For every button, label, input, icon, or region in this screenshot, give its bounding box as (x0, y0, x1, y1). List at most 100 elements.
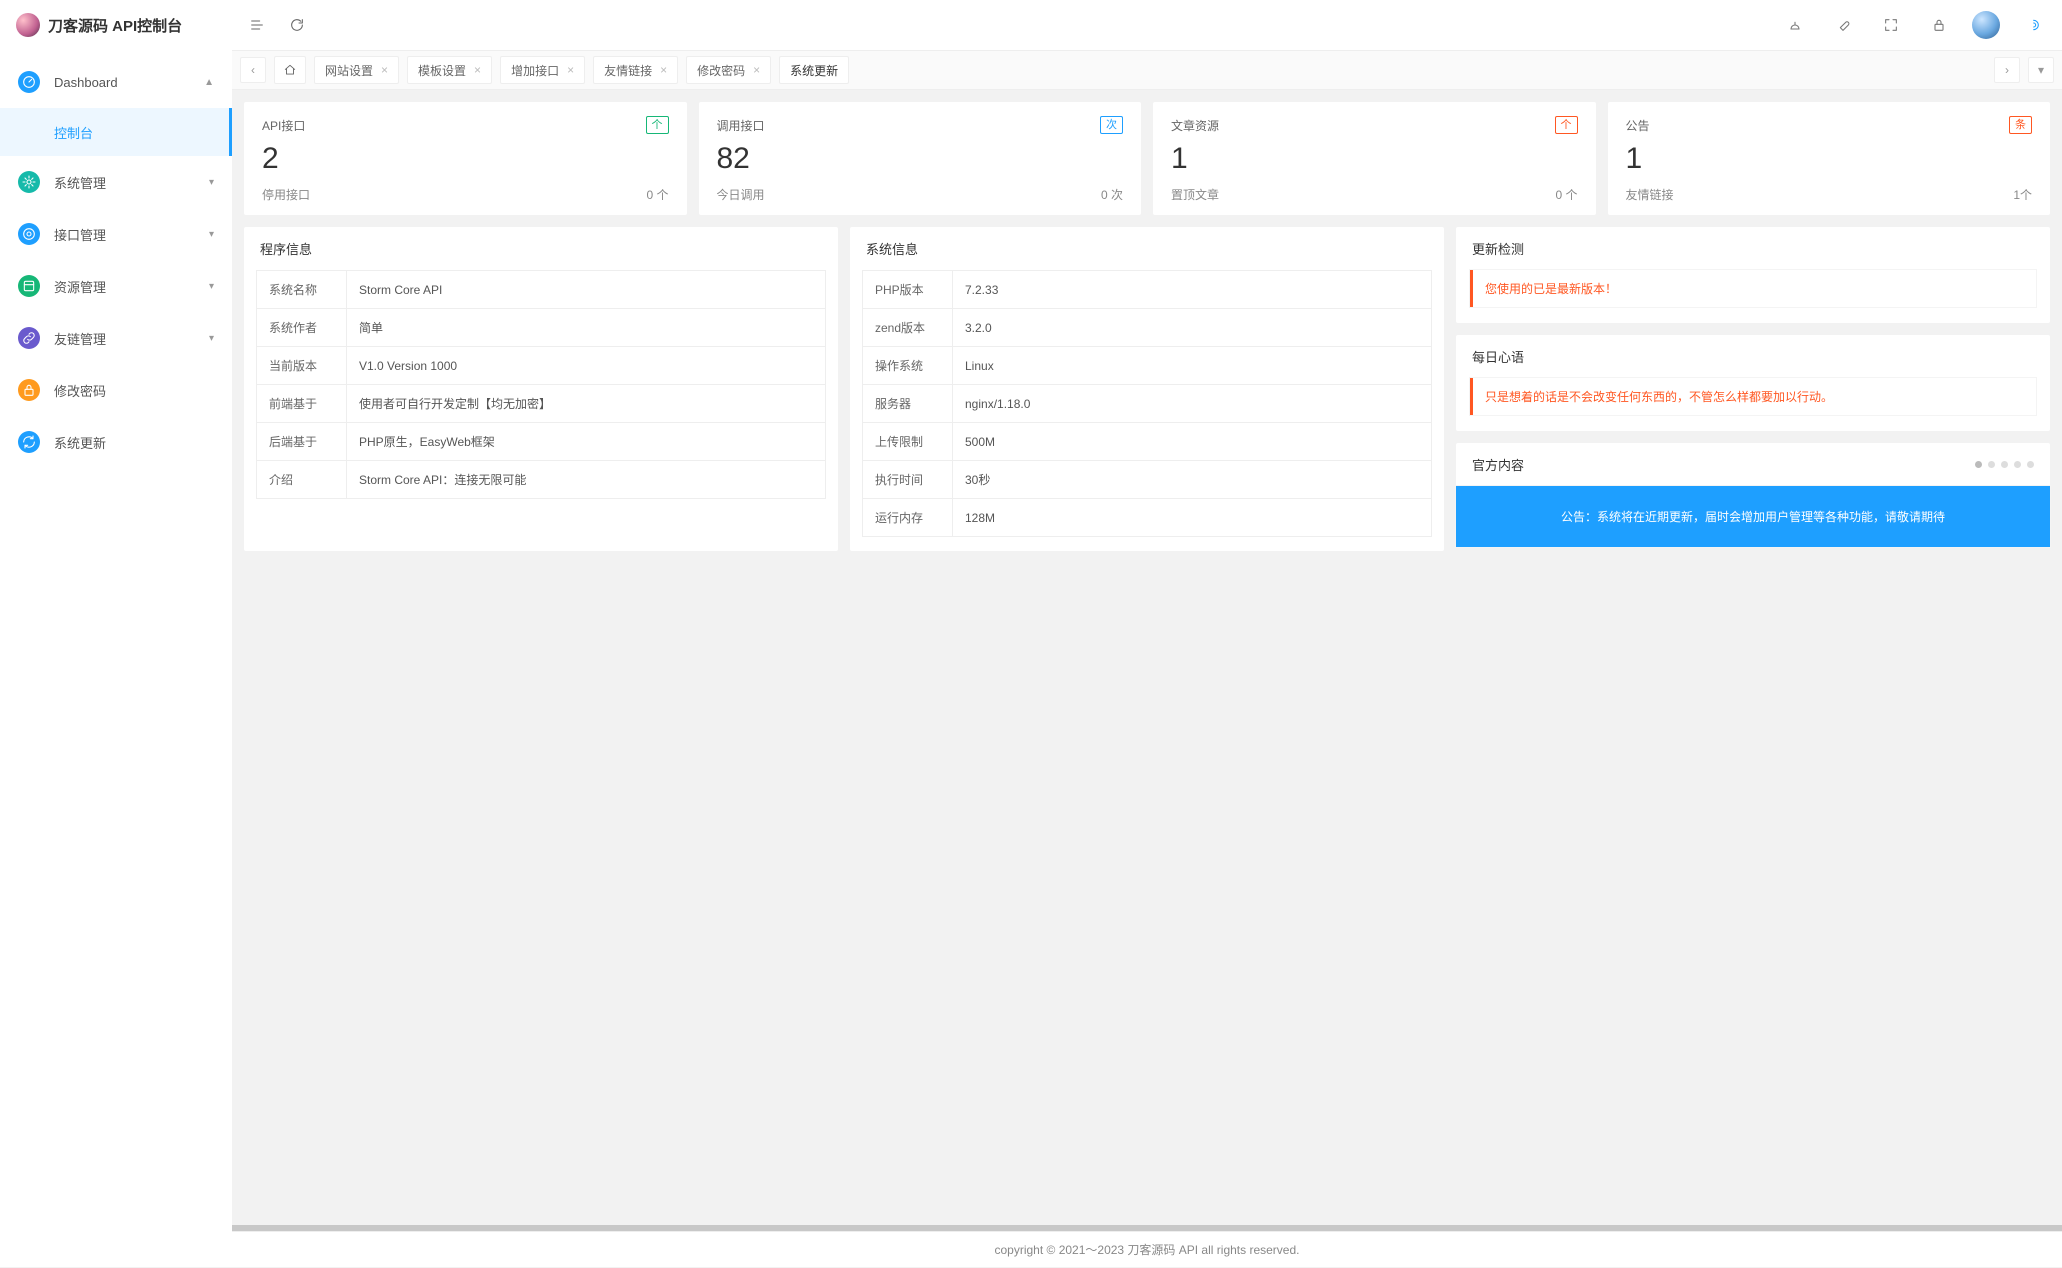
sidebar-item-resource[interactable]: 资源管理 ▾ (0, 260, 232, 312)
tab-label: 增加接口 (511, 62, 559, 79)
fullscreen-button[interactable] (1876, 10, 1906, 40)
more-button[interactable] (2018, 10, 2048, 40)
table-row: 系统作者简单 (257, 309, 826, 347)
tab-label: 系统更新 (790, 62, 838, 79)
dot-icon[interactable] (2027, 461, 2034, 468)
dot-icon[interactable] (2001, 461, 2008, 468)
avatar[interactable] (1972, 11, 2000, 39)
resource-icon (18, 275, 40, 297)
stat-title: 公告 (1626, 117, 1650, 134)
card-update-check: 更新检测 您使用的已是最新版本！ (1456, 227, 2050, 323)
stat-subvalue: 1个 (2013, 186, 2032, 203)
sidebar-item-update[interactable]: 系统更新 (0, 416, 232, 468)
card-title: 每日心语 (1456, 335, 2050, 378)
info-row: 程序信息 系统名称Storm Core API 系统作者简单 当前版本V1.0 … (244, 227, 2050, 551)
table-row: 当前版本V1.0 Version 1000 (257, 347, 826, 385)
tabs-bar: ‹ 网站设置 × 模板设置 × 增加接口 × 友情链接 × 修改密码 (232, 50, 2062, 90)
close-icon[interactable]: × (474, 63, 481, 77)
tab-template-setting[interactable]: 模板设置 × (407, 56, 492, 84)
stat-sublabel: 停用接口 (262, 186, 310, 203)
close-icon[interactable]: × (381, 63, 388, 77)
sidebar-item-password[interactable]: 修改密码 (0, 364, 232, 416)
tabs-menu-button[interactable]: ▾ (2028, 57, 2054, 83)
home-icon (283, 63, 297, 77)
tab-password[interactable]: 修改密码 × (686, 56, 771, 84)
header (232, 0, 2062, 50)
card-title: 系统信息 (850, 227, 1444, 270)
collapse-sidebar-button[interactable] (246, 14, 268, 36)
card-title: 程序信息 (244, 227, 838, 270)
sidebar-item-api[interactable]: 接口管理 ▾ (0, 208, 232, 260)
chevron-down-icon: ▾ (209, 177, 214, 188)
theme-button[interactable] (1780, 10, 1810, 40)
content: API接口 个 2 停用接口 0 个 调用接口 次 82 (232, 90, 2062, 1225)
system-info-table: PHP版本7.2.33 zend版本3.2.0 操作系统Linux 服务器ngi… (862, 270, 1432, 537)
table-row: 前端基于使用者可自行开发定制【均无加密】 (257, 385, 826, 423)
table-row: 服务器nginx/1.18.0 (863, 385, 1432, 423)
tab-site-setting[interactable]: 网站设置 × (314, 56, 399, 84)
card-system-info: 系统信息 PHP版本7.2.33 zend版本3.2.0 操作系统Linux 服… (850, 227, 1444, 551)
stat-title: API接口 (262, 117, 305, 134)
stat-sublabel: 友情链接 (1626, 186, 1674, 203)
stat-subvalue: 0 个 (1555, 186, 1577, 203)
tab-home[interactable] (274, 56, 306, 84)
dot-icon[interactable] (2014, 461, 2021, 468)
lockscreen-button[interactable] (1924, 10, 1954, 40)
tabs-prev-button[interactable]: ‹ (240, 57, 266, 83)
sidebar-item-label: 友链管理 (54, 329, 209, 348)
sidebar-item-dashboard[interactable]: Dashboard ▲ (0, 56, 232, 108)
sidebar-item-label: 系统更新 (54, 433, 214, 452)
stat-card-call: 调用接口 次 82 今日调用 0 次 (699, 102, 1142, 215)
stat-badge: 个 (1555, 116, 1578, 134)
sidebar: 刀客源码 API控制台 Dashboard ▲ 控制台 系统管理 ▾ (0, 0, 232, 1267)
stat-value: 1 (1171, 142, 1578, 176)
notes-button[interactable] (1828, 10, 1858, 40)
tab-system-update[interactable]: 系统更新 (779, 56, 849, 84)
sidebar-item-label: 接口管理 (54, 225, 209, 244)
stat-title: 文章资源 (1171, 117, 1219, 134)
dot-icon[interactable] (1975, 461, 1982, 468)
card-title: 更新检测 (1456, 227, 2050, 270)
sidebar-subitem-console[interactable]: 控制台 (0, 108, 232, 156)
stat-sublabel: 今日调用 (717, 186, 765, 203)
refresh-button[interactable] (286, 14, 308, 36)
daily-quote-text: 只是想着的话是不会改变任何东西的，不管怎么样都要加以行动。 (1470, 378, 2036, 415)
app-title: 刀客源码 API控制台 (48, 15, 182, 36)
table-row: 运行内存128M (863, 499, 1432, 537)
stat-value: 1 (1626, 142, 2033, 176)
stat-badge: 次 (1100, 116, 1123, 134)
close-icon[interactable]: × (567, 63, 574, 77)
tab-label: 修改密码 (697, 62, 745, 79)
card-title: 官方内容 (1472, 455, 1524, 474)
close-icon[interactable]: × (753, 63, 760, 77)
tab-add-api[interactable]: 增加接口 × (500, 56, 585, 84)
sidebar-item-label: 资源管理 (54, 277, 209, 296)
logo-icon (16, 13, 40, 37)
gear-icon (18, 171, 40, 193)
table-row: 执行时间30秒 (863, 461, 1432, 499)
chevron-down-icon: ▾ (209, 281, 214, 292)
tab-friendlink[interactable]: 友情链接 × (593, 56, 678, 84)
dot-icon[interactable] (1988, 461, 1995, 468)
stat-card-api: API接口 个 2 停用接口 0 个 (244, 102, 687, 215)
stat-card-notice: 公告 条 1 友情链接 1个 (1608, 102, 2051, 215)
main: ‹ 网站设置 × 模板设置 × 增加接口 × 友情链接 × 修改密码 (232, 0, 2062, 1267)
sidebar-item-friendlink[interactable]: 友链管理 ▾ (0, 312, 232, 364)
tab-label: 友情链接 (604, 62, 652, 79)
stat-value: 82 (717, 142, 1124, 176)
sidebar-item-label: Dashboard (54, 75, 204, 90)
close-icon[interactable]: × (660, 63, 667, 77)
tab-label: 网站设置 (325, 62, 373, 79)
stat-card-article: 文章资源 个 1 置顶文章 0 个 (1153, 102, 1596, 215)
table-row: zend版本3.2.0 (863, 309, 1432, 347)
table-row: PHP版本7.2.33 (863, 271, 1432, 309)
sidebar-item-label: 系统管理 (54, 173, 209, 192)
card-daily-quote: 每日心语 只是想着的话是不会改变任何东西的，不管怎么样都要加以行动。 (1456, 335, 2050, 431)
sidebar-item-label: 控制台 (54, 123, 93, 142)
chevron-down-icon: ▾ (209, 229, 214, 240)
chevron-up-icon: ▲ (204, 77, 214, 88)
card-program-info: 程序信息 系统名称Storm Core API 系统作者简单 当前版本V1.0 … (244, 227, 838, 551)
carousel-dots[interactable] (1975, 461, 2034, 468)
tabs-next-button[interactable]: › (1994, 57, 2020, 83)
sidebar-item-system[interactable]: 系统管理 ▾ (0, 156, 232, 208)
